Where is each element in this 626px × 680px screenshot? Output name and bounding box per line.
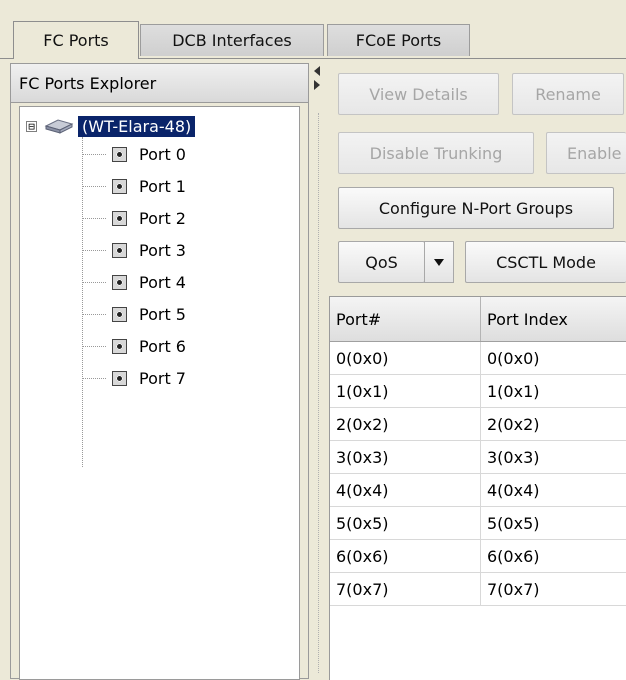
tab-label: DCB Interfaces [172, 31, 292, 50]
qos-dropdown-arrow-icon[interactable] [424, 241, 454, 283]
configure-nport-groups-button[interactable]: Configure N-Port Groups [338, 187, 614, 229]
port-icon [112, 242, 127, 258]
tree-item-port-1[interactable]: Port 1 [82, 173, 186, 199]
cell-port-index: 7(0x7) [487, 579, 540, 599]
tree-item-label: Port 4 [139, 272, 186, 292]
splitter-grip [318, 113, 319, 673]
port-tree: ⊟ (WT-Elara-48) Port 0 Port 1 Port 2 Por… [19, 106, 300, 680]
button-label: Enable [567, 143, 622, 163]
qos-button[interactable]: QoS [338, 241, 425, 283]
table-row[interactable]: 2(0x2) 2(0x2) [330, 408, 626, 441]
tree-branch [82, 377, 106, 379]
button-label: Rename [535, 84, 601, 104]
tree-item-port-4[interactable]: Port 4 [82, 269, 186, 295]
cell-port-number: 1(0x1) [330, 375, 481, 407]
cell-port-index: 6(0x6) [487, 546, 540, 566]
tree-item-label: Port 6 [139, 336, 186, 356]
cell-port-index: 4(0x4) [487, 480, 540, 500]
table-row[interactable]: 1(0x1) 1(0x1) [330, 375, 626, 408]
expand-right-icon[interactable] [314, 80, 320, 90]
table-row[interactable]: 3(0x3) 3(0x3) [330, 441, 626, 474]
tree-item-port-5[interactable]: Port 5 [82, 301, 186, 327]
button-label: Disable Trunking [369, 143, 503, 163]
button-label: QoS [365, 252, 398, 272]
button-label: CSCTL Mode [496, 252, 596, 272]
tree-item-label: Port 2 [139, 208, 186, 228]
table-row[interactable]: 0(0x0) 0(0x0) [330, 342, 626, 375]
tree-item-port-6[interactable]: Port 6 [82, 333, 186, 359]
tree-item-label: Port 3 [139, 240, 186, 260]
tree-branch [82, 313, 106, 315]
switch-icon [44, 119, 74, 134]
table-header: Port# Port Index [330, 297, 626, 342]
tree-item-port-3[interactable]: Port 3 [82, 237, 186, 263]
tree-item-label: Port 1 [139, 176, 186, 196]
cell-port-number: 7(0x7) [330, 573, 481, 605]
port-icon [112, 274, 127, 290]
tree-branch [82, 249, 106, 251]
port-icon [112, 338, 127, 354]
table-row[interactable]: 6(0x6) 6(0x6) [330, 540, 626, 573]
tab-label: FC Ports [43, 31, 109, 50]
cell-port-index: 3(0x3) [487, 447, 540, 467]
tree-branch [82, 345, 106, 347]
port-icon [112, 370, 127, 386]
cell-port-index: 0(0x0) [487, 348, 540, 368]
cell-port-number: 3(0x3) [330, 441, 481, 473]
port-icon [112, 178, 127, 194]
port-icon [112, 306, 127, 322]
fc-ports-explorer: FC Ports Explorer ⊟ (WT-Elara-48) Port 0… [10, 63, 309, 680]
column-header-port-number[interactable]: Port# [330, 297, 481, 341]
column-header-port-index[interactable]: Port Index [481, 297, 626, 341]
tree-branch [82, 217, 106, 219]
cell-port-number: 0(0x0) [330, 342, 481, 374]
tree-branch [82, 185, 106, 187]
cell-port-number: 5(0x5) [330, 507, 481, 539]
panel-splitter[interactable] [311, 63, 325, 679]
table-row[interactable]: 5(0x5) 5(0x5) [330, 507, 626, 540]
explorer-title: FC Ports Explorer [11, 64, 308, 103]
table-row[interactable]: 4(0x4) 4(0x4) [330, 474, 626, 507]
tab-dcb-interfaces[interactable]: DCB Interfaces [140, 24, 324, 56]
tab-fcoe-ports[interactable]: FCoE Ports [327, 24, 470, 56]
cell-port-number: 6(0x6) [330, 540, 481, 572]
enable-trunking-button[interactable]: Enable [546, 132, 626, 174]
button-label: View Details [369, 84, 468, 104]
collapse-icon[interactable]: ⊟ [26, 120, 37, 132]
tab-fc-ports[interactable]: FC Ports [13, 21, 139, 59]
table-row[interactable]: 7(0x7) 7(0x7) [330, 573, 626, 606]
tree-item-port-0[interactable]: Port 0 [82, 141, 186, 167]
button-label: Configure N-Port Groups [378, 198, 574, 218]
cell-port-number: 4(0x4) [330, 474, 481, 506]
tree-root-label: (WT-Elara-48) [78, 115, 196, 137]
cell-port-number: 2(0x2) [330, 408, 481, 440]
cell-port-index: 2(0x2) [487, 414, 540, 434]
view-details-button[interactable]: View Details [338, 73, 499, 115]
cell-port-index: 5(0x5) [487, 513, 540, 533]
collapse-left-icon[interactable] [314, 66, 320, 76]
tab-bar: FC Ports DCB Interfaces FCoE Ports [0, 0, 626, 59]
tree-item-label: Port 7 [139, 368, 186, 388]
rename-button[interactable]: Rename [512, 73, 624, 115]
ports-table: Port# Port Index 0(0x0) 0(0x0) 1(0x1) 1(… [329, 296, 626, 680]
tree-item-label: Port 0 [139, 144, 186, 164]
disable-trunking-button[interactable]: Disable Trunking [338, 132, 534, 174]
tree-root-switch[interactable]: ⊟ (WT-Elara-48) [26, 113, 196, 139]
tree-branch [82, 281, 106, 283]
tree-item-label: Port 5 [139, 304, 186, 324]
port-icon [112, 146, 127, 162]
port-icon [112, 210, 127, 226]
csctl-mode-button[interactable]: CSCTL Mode [465, 241, 626, 283]
tree-item-port-2[interactable]: Port 2 [82, 205, 186, 231]
tab-label: FCoE Ports [355, 31, 442, 50]
cell-port-index: 1(0x1) [487, 381, 540, 401]
tree-item-port-7[interactable]: Port 7 [82, 365, 186, 391]
tree-branch [82, 153, 106, 155]
